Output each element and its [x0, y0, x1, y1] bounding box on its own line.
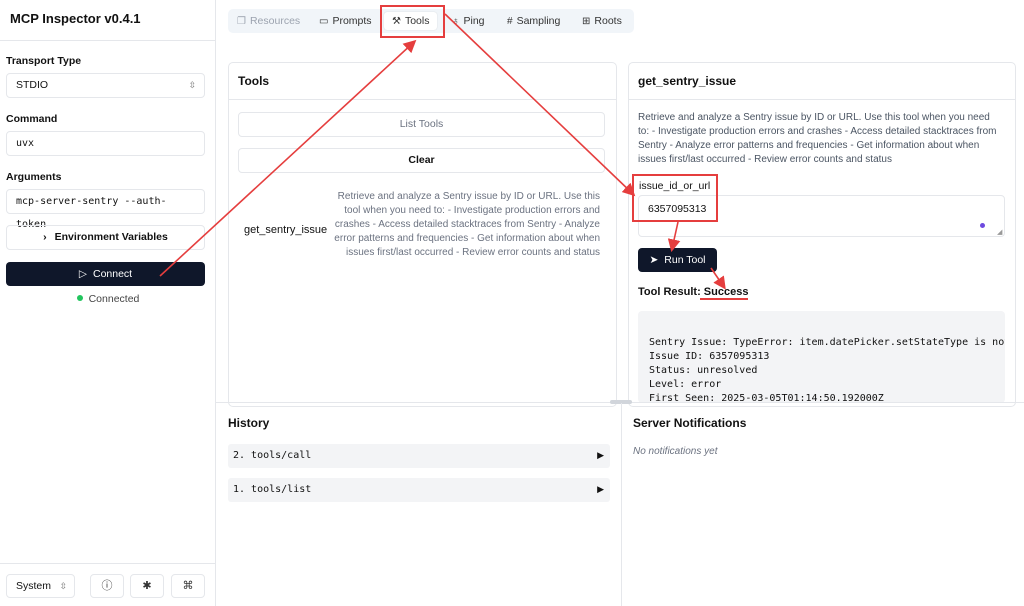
play-icon: ▷ — [78, 268, 87, 280]
send-icon: ➤ — [649, 254, 659, 266]
sidebar: MCP Inspector v0.4.1 Transport Type STDI… — [0, 0, 216, 606]
tool-item-description: Retrieve and analyze a Sentry issue by I… — [334, 191, 600, 258]
bell-icon: ♁ — [452, 16, 460, 27]
connection-status: Connected — [0, 293, 216, 305]
hash-icon: # — [507, 16, 513, 27]
transport-type-value: STDIO — [16, 79, 49, 91]
run-tool-button[interactable]: ➤ Run Tool — [638, 248, 717, 272]
tool-item-name[interactable]: get_sentry_issue — [244, 224, 327, 236]
tab-label: Sampling — [516, 15, 561, 27]
debug-button[interactable]: ✱ — [130, 574, 164, 598]
tab-label: Roots — [594, 15, 622, 27]
history-item[interactable]: 2. tools/call ▶ — [228, 444, 610, 468]
arguments-input[interactable]: mcp-server-sentry --auth-token — [6, 189, 205, 230]
resize-grip-icon[interactable]: ◢ — [997, 228, 1002, 236]
server-notifications-title: Server Notifications — [633, 416, 747, 430]
tool-result-output: Sentry Issue: TypeError: item.datePicker… — [638, 311, 1005, 403]
list-tools-button[interactable]: List Tools — [238, 112, 605, 137]
message-icon: ▭ — [319, 16, 329, 27]
tool-detail-divider — [629, 99, 1015, 100]
folder-tree-icon: ⊞ — [582, 16, 591, 27]
history-item-label: 1. tools/list — [233, 484, 312, 495]
sidebar-divider — [0, 40, 216, 41]
tools-panel-title: Tools — [238, 74, 270, 88]
chevron-updown-icon: ⇳ — [188, 80, 196, 90]
caret-right-icon: ▶ — [597, 485, 604, 495]
tool-result-status: Success — [703, 286, 749, 298]
transport-type-select[interactable]: STDIO ⇳ — [6, 73, 205, 98]
caret-right-icon: ▶ — [597, 451, 604, 461]
connect-label: Connect — [92, 268, 133, 280]
connect-button[interactable]: ▷ Connect — [6, 262, 205, 286]
github-button[interactable]: ⌘ — [171, 574, 205, 598]
help-circle-icon: ⓘ — [101, 580, 113, 592]
tab-resources[interactable]: ❐ Resources — [237, 12, 300, 30]
history-title: History — [228, 416, 270, 430]
tab-roots[interactable]: ⊞ Roots — [582, 12, 622, 30]
tools-tab-highlight — [380, 5, 445, 38]
theme-value: System — [16, 580, 52, 592]
tool-result-text: Sentry Issue: TypeError: item.datePicker… — [649, 337, 1005, 403]
tool-result-heading: Tool Result: Success — [638, 286, 748, 298]
arguments-label: Arguments — [6, 171, 62, 183]
tab-label: Resources — [249, 15, 301, 27]
tool-result-label: Tool Result: — [638, 286, 704, 298]
environment-variables-label: Environment Variables — [54, 231, 168, 243]
command-input[interactable]: uvx — [6, 131, 205, 156]
chevron-updown-icon: ⇳ — [59, 581, 67, 591]
bottom-split-divider — [621, 403, 622, 606]
sidebar-bottom-divider — [0, 563, 216, 564]
github-icon: ⌘ — [182, 580, 194, 592]
status-dot-icon — [76, 295, 83, 301]
run-tool-label: Run Tool — [664, 254, 706, 266]
param-highlight — [632, 174, 718, 222]
environment-variables-button[interactable]: › Environment Variables — [6, 225, 205, 250]
tool-detail-description: Retrieve and analyze a Sentry issue by I… — [638, 112, 997, 165]
tab-label: Prompts — [332, 15, 372, 27]
tab-ping[interactable]: ♁ Ping — [452, 12, 485, 30]
bug-icon: ✱ — [142, 580, 152, 592]
connection-status-text: Connected — [88, 293, 140, 305]
command-label: Command — [6, 113, 58, 125]
input-indicator-icon — [980, 223, 985, 228]
tab-prompts[interactable]: ▭ Prompts — [319, 12, 372, 30]
history-item-label: 2. tools/call — [233, 450, 312, 461]
transport-type-label: Transport Type — [6, 55, 82, 67]
no-notifications-text: No notifications yet — [633, 446, 718, 457]
chevron-right-icon: › — [43, 231, 47, 243]
success-underline — [700, 298, 748, 300]
resources-icon: ❐ — [237, 16, 246, 27]
app-title: MCP Inspector v0.4.1 — [10, 11, 141, 26]
theme-select[interactable]: System ⇳ — [6, 574, 75, 598]
tools-panel-divider — [229, 99, 616, 100]
tool-detail-title: get_sentry_issue — [638, 74, 737, 88]
history-item[interactable]: 1. tools/list ▶ — [228, 478, 610, 502]
clear-button[interactable]: Clear — [238, 148, 605, 173]
tab-sampling[interactable]: # Sampling — [507, 12, 560, 30]
tab-label: Ping — [463, 15, 485, 27]
help-button[interactable]: ⓘ — [90, 574, 124, 598]
